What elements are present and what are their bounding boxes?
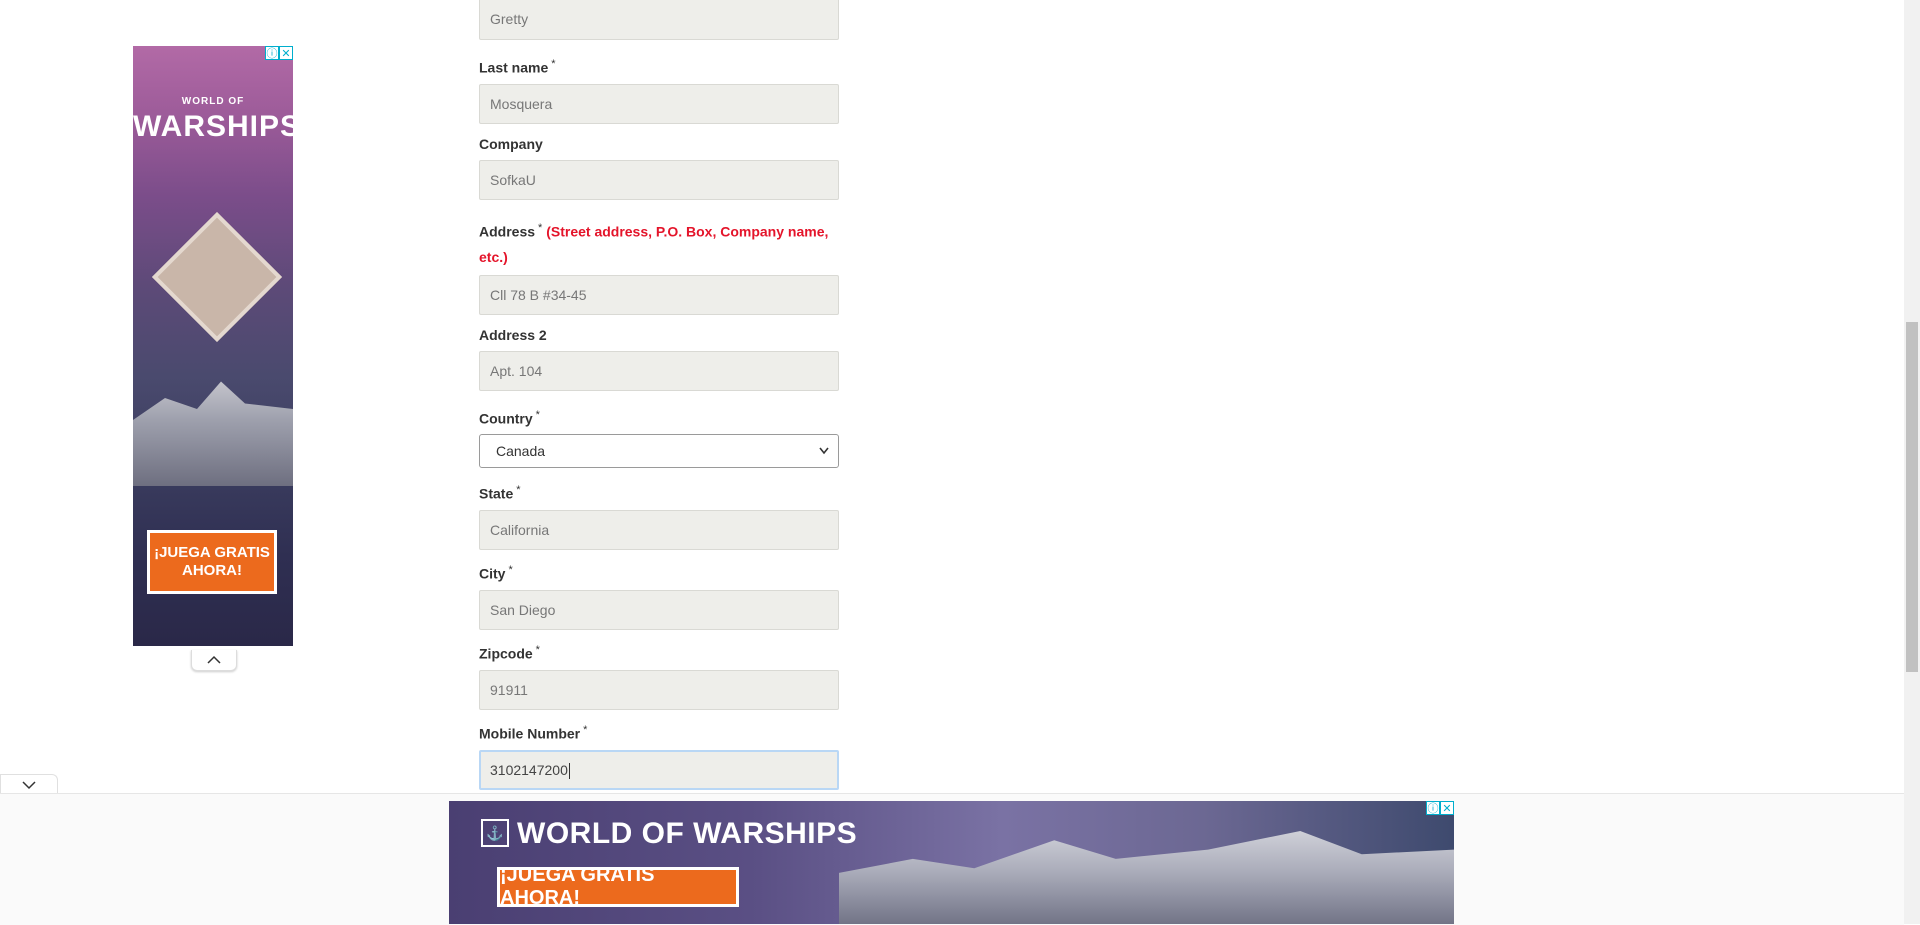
mobile-input-value: 3102147200 <box>490 761 568 778</box>
state-label: State * <box>479 484 521 502</box>
bottom-ad-cta-button[interactable]: ¡JUEGA GRATIS AHORA! <box>497 864 739 909</box>
address-field: Address * (Street address, P.O. Box, Comp… <box>479 216 839 315</box>
bottom-ad-controls: ⓘ ✕ <box>1426 801 1454 815</box>
country-selected-value: Canada <box>496 442 546 459</box>
side-ad-emblem-image <box>151 211 283 343</box>
city-label: City * <box>479 564 513 582</box>
address2-field: Address 2 Apt. 104 <box>479 325 839 391</box>
shield-icon: ⚓ <box>481 819 509 847</box>
side-ad-ship-image <box>133 381 293 486</box>
side-ad-controls: ⓘ ✕ <box>265 46 293 60</box>
ad-close-icon[interactable]: ✕ <box>1440 801 1454 815</box>
text-cursor <box>568 762 570 779</box>
address-label: Address * (Street address, P.O. Box, Comp… <box>479 222 829 265</box>
company-label: Company <box>479 136 543 152</box>
address-input[interactable]: Cll 78 B #34-45 <box>479 274 839 315</box>
ad-info-icon[interactable]: ⓘ <box>265 46 279 60</box>
city-field: City * San Diego <box>479 560 839 630</box>
side-advertisement[interactable]: ⓘ ✕ WORLD OF WARSHIPS ¡JUEGA GRATIS AHOR… <box>133 46 293 646</box>
zipcode-input[interactable]: 91911 <box>479 669 839 710</box>
bottom-ad-toggle-button[interactable] <box>0 774 58 795</box>
mobile-input[interactable]: 3102147200 <box>479 749 839 790</box>
side-ad-brand-title: WARSHIPS <box>133 110 293 143</box>
first-name-input[interactable]: Gretty <box>479 0 839 40</box>
state-input[interactable]: California <box>479 509 839 550</box>
scrollbar-thumb[interactable] <box>1906 322 1918 672</box>
bottom-ad-ship-image <box>839 831 1454 924</box>
zipcode-label: Zipcode * <box>479 644 540 662</box>
country-select[interactable]: Canada <box>479 433 839 468</box>
country-label: Country * <box>479 409 540 427</box>
city-input[interactable]: San Diego <box>479 589 839 630</box>
last-name-input[interactable]: Mosquera <box>479 83 839 124</box>
side-ad-collapse-button[interactable] <box>191 650 237 671</box>
company-input[interactable]: SofkaU <box>479 160 839 200</box>
mobile-field: Mobile Number * 3102147200 <box>479 720 839 790</box>
ad-info-icon[interactable]: ⓘ <box>1426 801 1440 815</box>
state-field: State * California <box>479 480 839 550</box>
last-name-label: Last name * <box>479 58 556 76</box>
vertical-scrollbar[interactable] <box>1904 0 1920 924</box>
address2-label: Address 2 <box>479 327 547 343</box>
side-ad-brand-small: WORLD OF <box>181 96 245 107</box>
mobile-label: Mobile Number * <box>479 724 588 742</box>
bottom-advertisement[interactable]: ⚓ WORLD OF WARSHIPS ¡JUEGA GRATIS AHORA!… <box>449 801 1454 924</box>
first-name-field: Gretty <box>479 0 839 40</box>
company-field: Company SofkaU <box>479 134 839 200</box>
chevron-up-icon <box>207 655 221 664</box>
zipcode-field: Zipcode * 91911 <box>479 640 839 710</box>
bottom-ad-brand-title: WORLD OF WARSHIPS <box>517 817 858 850</box>
chevron-down-icon <box>22 781 36 790</box>
address2-input[interactable]: Apt. 104 <box>479 351 839 391</box>
country-field: Country * Canada <box>479 405 839 468</box>
side-ad-cta-button[interactable]: ¡JUEGA GRATIS AHORA! <box>147 530 277 594</box>
ad-close-icon[interactable]: ✕ <box>279 46 293 60</box>
last-name-field: Last name * Mosquera <box>479 54 839 124</box>
chevron-down-icon <box>819 447 829 454</box>
